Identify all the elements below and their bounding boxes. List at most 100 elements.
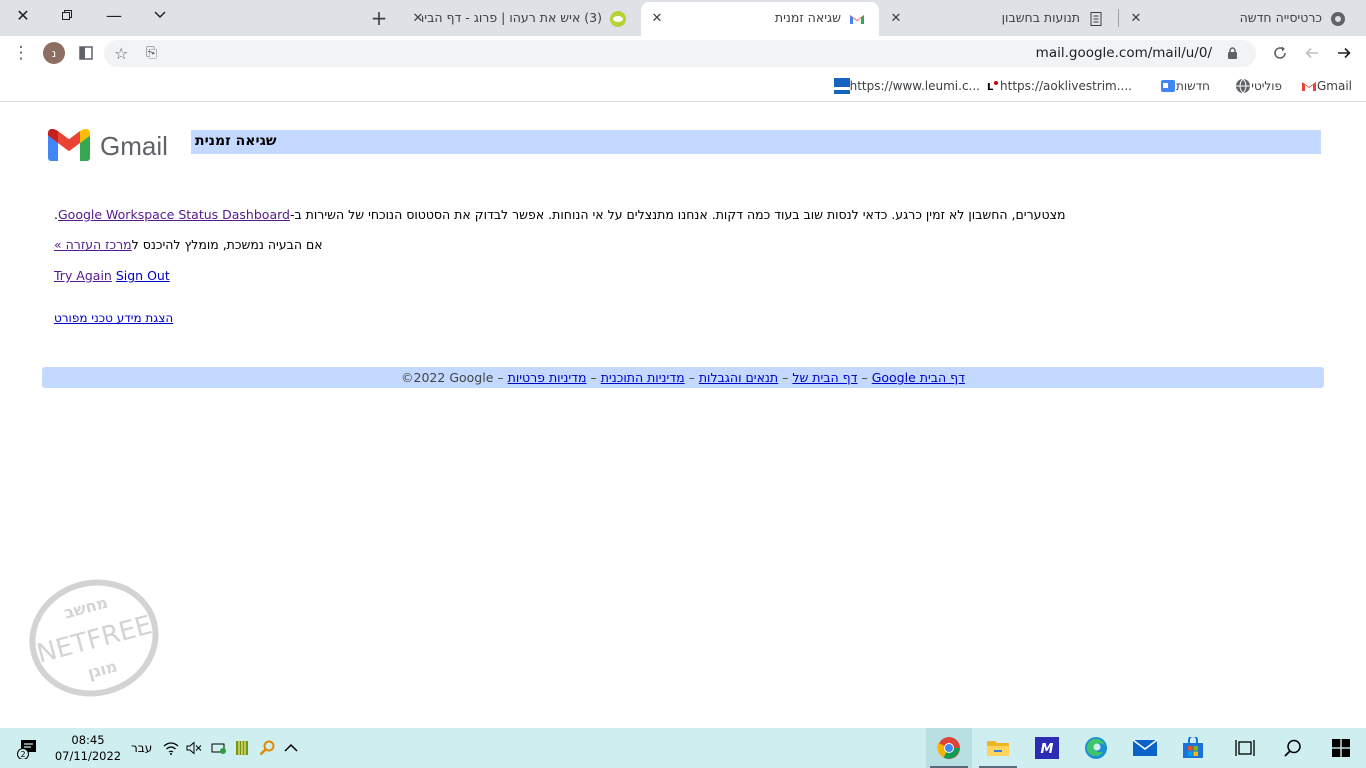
footer-bar: ©2022 Google – דף הבית של – תנאים והגבלו… bbox=[42, 367, 1324, 388]
terms-link[interactable]: תנאים והגבלות bbox=[699, 370, 778, 385]
forum-icon bbox=[610, 11, 626, 27]
tray-search-key-icon[interactable] bbox=[259, 728, 275, 768]
tab-title: כרטיסייה חדשה bbox=[1239, 10, 1322, 25]
profile-avatar[interactable]: נ bbox=[43, 42, 65, 64]
lock-icon[interactable] bbox=[1227, 47, 1238, 59]
taskbar-chrome[interactable] bbox=[926, 728, 972, 768]
search-button[interactable] bbox=[1270, 728, 1316, 768]
share-icon[interactable]: ⎘ bbox=[146, 45, 157, 61]
language-indicator[interactable]: עבר bbox=[131, 728, 152, 768]
windows-taskbar: 2 08:45 07/11/2022 עבר M bbox=[0, 728, 1366, 768]
netfree-watermark-icon: מחשב NETFREE מוגן bbox=[29, 579, 159, 697]
close-window-button[interactable]: ✕ bbox=[0, 0, 46, 30]
store-icon bbox=[1183, 737, 1203, 758]
bookmark-star-icon[interactable]: ☆ bbox=[114, 44, 128, 63]
google-home-link[interactable]: Google דף הבית bbox=[872, 370, 965, 385]
tab-title: (3) איש את רעהו | פרוג - דף הבית bbox=[422, 10, 602, 25]
technical-details-link[interactable]: הצגת מידע טכני מפורט bbox=[54, 311, 173, 325]
svg-text:L: L bbox=[987, 82, 994, 93]
back-button[interactable] bbox=[1331, 40, 1357, 66]
close-icon[interactable]: ✕ bbox=[649, 10, 665, 26]
sign-out-link[interactable]: Sign Out bbox=[116, 268, 170, 283]
tab-title: שגיאה זמנית bbox=[774, 10, 841, 25]
tab-search-button[interactable] bbox=[137, 0, 183, 30]
taskbar-edge[interactable] bbox=[1073, 728, 1119, 768]
clock[interactable]: 08:45 07/11/2022 bbox=[54, 732, 122, 764]
bookmark-leumi[interactable]: https://www.leumi.c... bbox=[828, 76, 980, 96]
tab-new-tab[interactable]: כרטיסייה חדשה ✕ bbox=[1120, 2, 1360, 36]
document-icon bbox=[1090, 12, 1102, 26]
help-message-text: אם הבעיה נמשכת, מומלץ להיכנס ל bbox=[131, 237, 323, 252]
arrow-left-icon bbox=[1305, 47, 1318, 59]
gmail-icon bbox=[1301, 82, 1316, 91]
close-icon[interactable]: ✕ bbox=[410, 10, 426, 26]
network-adapter-icon[interactable] bbox=[211, 728, 227, 768]
bookmark-politics[interactable]: פוליטי bbox=[1229, 76, 1282, 96]
gmail-logo-text: Gmail bbox=[100, 131, 168, 161]
volume-muted-icon[interactable] bbox=[186, 728, 202, 768]
windows-icon bbox=[1332, 739, 1350, 757]
gmail-icon bbox=[850, 15, 864, 24]
taskbar-mail[interactable] bbox=[1122, 728, 1168, 768]
chrome-icon bbox=[1331, 12, 1345, 26]
mail-icon bbox=[1132, 739, 1158, 756]
help-message: אם הבעיה נמשכת, מומלץ להיכנס למרכז העזרה… bbox=[54, 237, 323, 252]
program-policy-link[interactable]: מדיניות התוכנית bbox=[601, 370, 685, 385]
start-button[interactable] bbox=[1318, 728, 1364, 768]
privacy-link[interactable]: מדיניות פרטיות bbox=[508, 370, 587, 385]
tab-forum[interactable]: (3) איש את רעהו | פרוג - דף הבית ✕ bbox=[402, 2, 640, 36]
bookmark-live-stream[interactable]: L https://aoklivestrim.... bbox=[978, 76, 1132, 96]
restore-icon bbox=[62, 10, 72, 20]
status-dashboard-link[interactable]: Google Workspace Status Dashboard bbox=[58, 207, 290, 222]
taskbar-store[interactable] bbox=[1170, 728, 1216, 768]
menu-kebab-icon[interactable]: ⋮ bbox=[8, 40, 34, 66]
error-message-text: מצטערים, החשבון לא זמין כרגע. כדאי לנסות… bbox=[289, 207, 1066, 222]
svg-text:מוגן: מוגן bbox=[86, 656, 120, 682]
bank-icon bbox=[833, 78, 850, 94]
forward-button[interactable] bbox=[1299, 40, 1325, 66]
editor-icon: M bbox=[1035, 737, 1059, 759]
task-view-icon bbox=[1235, 740, 1255, 756]
try-again-link[interactable]: Try Again bbox=[54, 268, 112, 283]
restore-window-button[interactable] bbox=[44, 0, 90, 30]
reload-button[interactable] bbox=[1267, 40, 1293, 66]
tab-gmail-error[interactable]: שגיאה זמנית ✕ bbox=[641, 2, 879, 36]
wifi-icon[interactable] bbox=[163, 728, 179, 768]
minimize-window-button[interactable]: — bbox=[91, 0, 137, 30]
edge-icon bbox=[1085, 737, 1107, 759]
error-message: מצטערים, החשבון לא זמין כרגע. כדאי לנסות… bbox=[54, 207, 1065, 222]
tab-title: תנועות בחשבון bbox=[1001, 10, 1080, 25]
url-text[interactable]: mail.google.com/mail/u/0/ bbox=[1036, 45, 1212, 61]
address-bar[interactable]: ☆ ⎘ mail.google.com/mail/u/0/ bbox=[104, 40, 1256, 67]
close-icon[interactable]: ✕ bbox=[888, 10, 904, 26]
tab-account-transactions[interactable]: תנועות בחשבון ✕ bbox=[880, 2, 1118, 36]
new-tab-button[interactable]: + bbox=[366, 5, 392, 31]
tray-app-icon[interactable] bbox=[235, 728, 249, 768]
taskbar-editor[interactable]: M bbox=[1024, 728, 1070, 768]
error-title-bar: שגיאה זמנית bbox=[191, 130, 1321, 154]
globe-icon bbox=[1236, 78, 1251, 94]
bookmark-news[interactable]: חדשות bbox=[1154, 76, 1210, 96]
search-icon bbox=[1284, 739, 1301, 757]
help-center-link[interactable]: מרכז העזרה » bbox=[54, 237, 132, 252]
task-view-button[interactable] bbox=[1222, 728, 1268, 768]
bookmarks-bar: Gmail פוליטי חדשות L https://aoklivestri… bbox=[0, 70, 1366, 102]
reload-icon bbox=[1274, 46, 1286, 59]
taskbar-file-explorer[interactable] bbox=[975, 728, 1021, 768]
clock-date: 07/11/2022 bbox=[54, 749, 122, 763]
chrome-icon bbox=[937, 737, 960, 759]
close-icon[interactable]: ✕ bbox=[1128, 10, 1144, 26]
gmail-logo-icon bbox=[48, 129, 90, 161]
file-explorer-icon bbox=[987, 741, 1009, 756]
chevron-up-icon[interactable] bbox=[284, 728, 298, 768]
copyright: ©2022 Google bbox=[401, 370, 494, 385]
svg-text:2: 2 bbox=[20, 750, 25, 759]
news-icon bbox=[1160, 80, 1175, 92]
notifications-button[interactable]: 2 bbox=[8, 728, 48, 768]
tab-strip: ✕ — + (3) איש את רעהו | פרוג - דף הבית ✕… bbox=[0, 0, 1366, 36]
live-icon: L bbox=[985, 79, 1000, 93]
homepage-of-link[interactable]: דף הבית של bbox=[792, 370, 857, 385]
side-panel-icon bbox=[79, 46, 93, 60]
side-panel-button[interactable] bbox=[73, 40, 99, 66]
bookmark-gmail[interactable]: Gmail bbox=[1295, 76, 1352, 96]
